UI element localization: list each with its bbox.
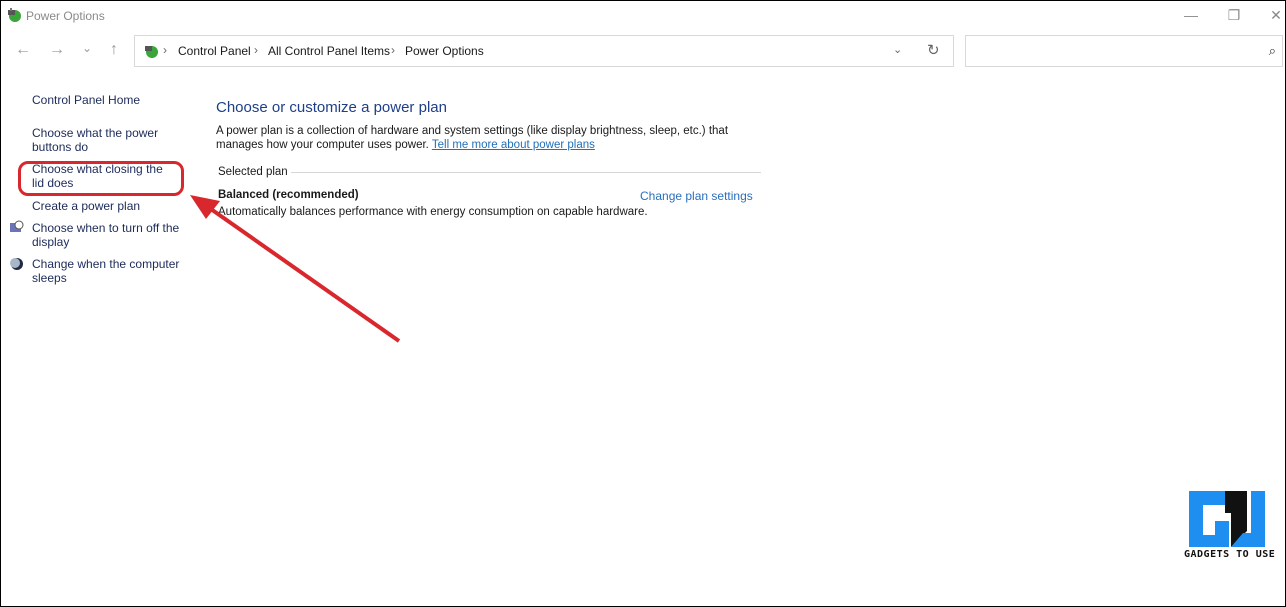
minimize-button[interactable]: — <box>1176 5 1206 25</box>
change-plan-settings-link[interactable]: Change plan settings <box>640 189 753 203</box>
up-button[interactable]: ↑ <box>104 41 124 59</box>
control-panel-icon <box>145 46 158 58</box>
search-icon[interactable]: ⌕ <box>1269 43 1276 59</box>
sidebar-control-panel-home[interactable]: Control Panel Home <box>32 93 192 107</box>
window-title: Power Options <box>26 9 105 23</box>
display-clock-icon <box>10 220 24 232</box>
page-description: A power plan is a collection of hardware… <box>216 124 776 152</box>
divider <box>291 172 761 173</box>
back-button[interactable]: ← <box>13 41 33 59</box>
learn-more-link[interactable]: Tell me more about power plans <box>432 139 595 151</box>
chevron-down-icon[interactable]: ⌄ <box>893 43 902 56</box>
sidebar-item-turn-off-display[interactable]: Choose when to turn off the display <box>32 221 182 249</box>
annotation-highlight-box <box>18 161 184 196</box>
breadcrumb-power-options[interactable]: Power Options <box>405 44 484 58</box>
forward-button[interactable]: → <box>47 41 67 59</box>
sidebar-item-power-buttons[interactable]: Choose what the power buttons do <box>32 126 162 154</box>
annotation-arrow-icon <box>190 195 401 343</box>
address-bar[interactable]: › Control Panel › All Control Panel Item… <box>134 35 954 67</box>
breadcrumb-separator: › <box>391 43 395 57</box>
restore-button[interactable]: ❐ <box>1219 5 1249 25</box>
close-button[interactable]: ✕ <box>1261 5 1286 25</box>
moon-icon <box>10 258 23 270</box>
breadcrumb-separator: › <box>254 43 258 57</box>
power-options-icon <box>8 8 21 22</box>
search-box[interactable]: ⌕ <box>965 35 1283 67</box>
sidebar-item-computer-sleeps[interactable]: Change when the computer sleeps <box>32 257 182 285</box>
sidebar-item-create-plan[interactable]: Create a power plan <box>32 199 192 213</box>
page-title: Choose or customize a power plan <box>216 99 447 116</box>
selected-plan-label: Selected plan <box>218 166 288 178</box>
title-bar: Power Options — ❐ ✕ <box>1 1 1285 31</box>
watermark-text: GADGETS TO USE <box>1184 549 1276 560</box>
breadcrumb-separator: › <box>163 43 167 57</box>
refresh-icon[interactable]: ↻ <box>927 41 940 59</box>
recent-locations-button[interactable]: ⌄ <box>77 41 97 55</box>
breadcrumb-all-items[interactable]: All Control Panel Items <box>268 44 390 58</box>
breadcrumb-control-panel[interactable]: Control Panel <box>178 44 251 58</box>
